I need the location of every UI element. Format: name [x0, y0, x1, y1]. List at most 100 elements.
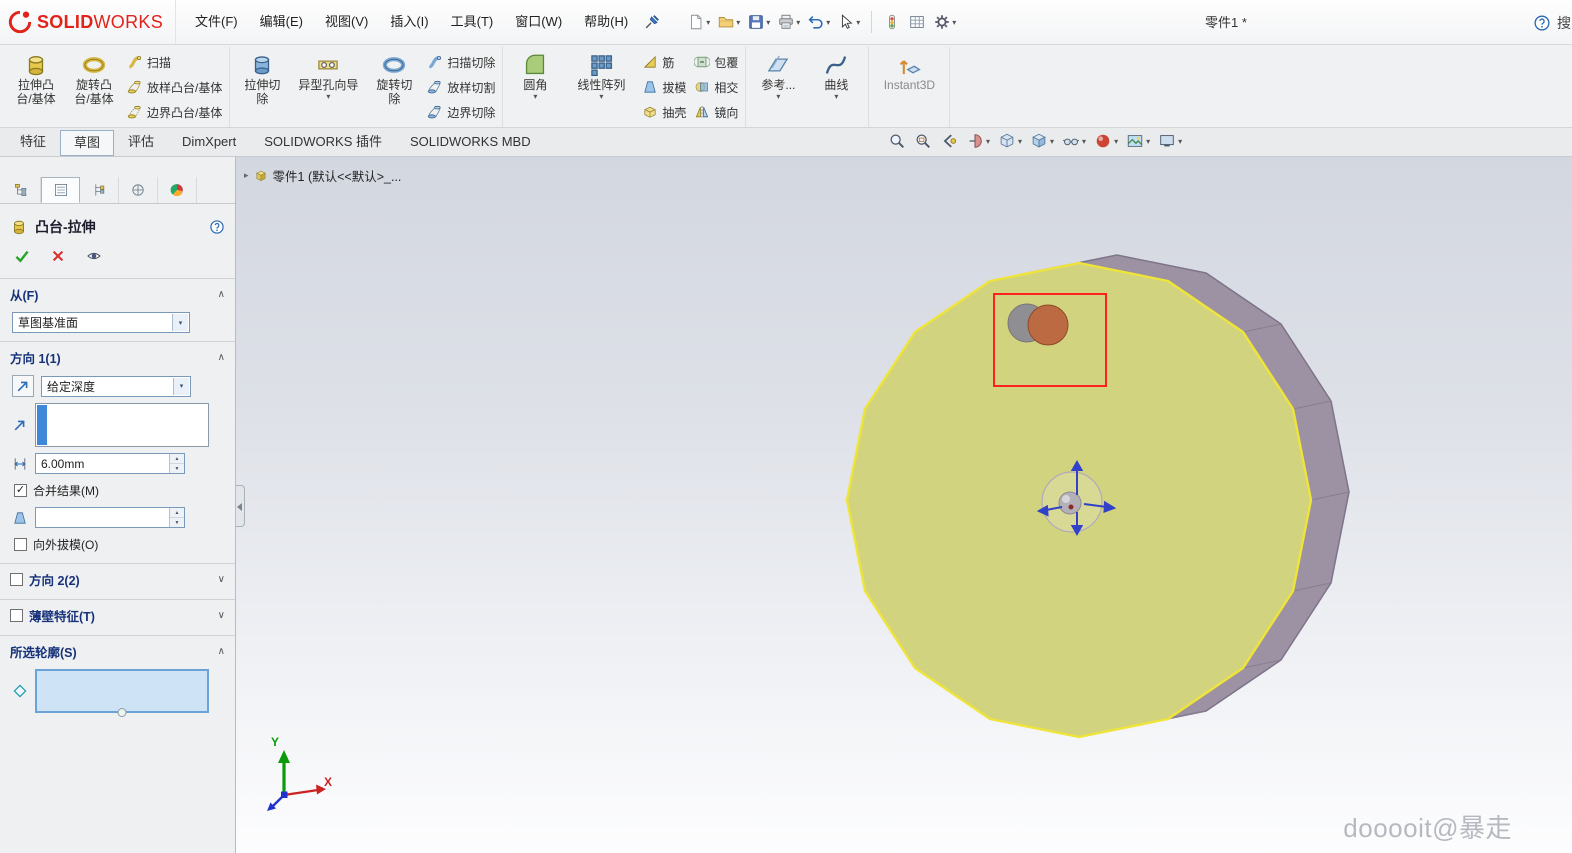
- dropdown-caret-icon[interactable]: ▾: [1146, 137, 1150, 146]
- rib-button[interactable]: 筋: [642, 52, 686, 73]
- expand-chevron-icon[interactable]: ∨: [218, 574, 225, 585]
- new-document-button[interactable]: ▾: [685, 11, 712, 33]
- dropdown-caret-icon[interactable]: ▾: [766, 18, 770, 27]
- section-view-button[interactable]: ▾: [966, 132, 990, 150]
- tab-evaluate[interactable]: 评估: [114, 128, 168, 156]
- help-icon[interactable]: [1533, 14, 1551, 32]
- thin-feature-checkbox[interactable]: [10, 609, 23, 622]
- tab-dimxpert[interactable]: DimXpert: [168, 128, 250, 156]
- revolved-cut-button[interactable]: 旋转切 除: [365, 47, 423, 127]
- extruded-cut-button[interactable]: 拉伸切 除: [233, 47, 291, 127]
- dropdown-caret-icon[interactable]: ▾: [1178, 137, 1182, 146]
- depth-spinner[interactable]: ▲ ▼: [169, 454, 184, 473]
- swept-cut-button[interactable]: 扫描切除: [427, 52, 495, 73]
- section-selected-contours[interactable]: 所选轮廓(S) ∧: [0, 635, 235, 666]
- dropdown-caret-icon[interactable]: ▾: [533, 93, 537, 101]
- panel-collapse-grip[interactable]: [236, 485, 245, 527]
- featuremanager-tab[interactable]: [2, 177, 41, 203]
- curves-button[interactable]: 曲线 ▾: [807, 47, 865, 127]
- end-condition-dropdown[interactable]: 给定深度 ▾: [41, 375, 191, 397]
- wrap-button[interactable]: 包覆: [694, 52, 738, 73]
- grid-button[interactable]: [906, 11, 928, 33]
- pin-menu-icon[interactable]: [643, 13, 661, 31]
- open-button[interactable]: ▾: [715, 11, 742, 33]
- section-from[interactable]: 从(F) ∧: [0, 278, 235, 309]
- dropdown-caret-icon[interactable]: ▾: [826, 18, 830, 27]
- zoom-area-button[interactable]: [914, 132, 932, 150]
- menu-tools[interactable]: 工具(T): [440, 0, 505, 44]
- collapse-chevron-icon[interactable]: ∧: [218, 289, 225, 300]
- view-settings-button[interactable]: ▾: [1158, 132, 1182, 150]
- section-direction2[interactable]: 方向 2(2) ∨: [0, 563, 235, 594]
- extruded-boss-button[interactable]: 拉伸凸 台/基体: [7, 47, 65, 127]
- edit-appearance-button[interactable]: ▾: [1094, 132, 1118, 150]
- direction2-checkbox[interactable]: [10, 573, 23, 586]
- dropdown-caret-icon[interactable]: ▾: [796, 18, 800, 27]
- reference-geometry-button[interactable]: 参考... ▾: [749, 47, 807, 127]
- lofted-cut-button[interactable]: 放样切割: [427, 77, 495, 98]
- intersect-button[interactable]: 相交: [694, 77, 738, 98]
- part-tree-root-label[interactable]: 零件1 (默认<<默认>_...: [273, 166, 402, 185]
- dropdown-caret-icon[interactable]: ▾: [776, 93, 780, 101]
- lofted-boss-button[interactable]: 放样凸台/基体: [127, 77, 222, 98]
- expand-arrow-icon[interactable]: ▸: [244, 170, 249, 181]
- section-thin-feature[interactable]: 薄壁特征(T) ∨: [0, 599, 235, 630]
- hole-feature[interactable]: [1007, 303, 1069, 346]
- reverse-direction-button[interactable]: [12, 375, 34, 397]
- apply-scene-button[interactable]: ▾: [1126, 132, 1150, 150]
- display-style-button[interactable]: ▾: [1030, 132, 1054, 150]
- linear-pattern-button[interactable]: 线性阵列 ▾: [564, 47, 638, 127]
- draft-angle-spinner[interactable]: ▲ ▼: [169, 508, 184, 527]
- dropdown-caret-icon[interactable]: ▾: [1018, 137, 1022, 146]
- boundary-boss-button[interactable]: 边界凸台/基体: [127, 102, 222, 123]
- direction-selection-box[interactable]: [35, 403, 209, 447]
- dropdown-caret-icon[interactable]: ▾: [952, 18, 956, 27]
- dropdown-caret-icon[interactable]: ▾: [834, 93, 838, 101]
- model-3d[interactable]: [236, 157, 1572, 853]
- dropdown-caret-icon[interactable]: ▾: [1114, 137, 1118, 146]
- view-orientation-button[interactable]: ▾: [998, 132, 1022, 150]
- tab-addins[interactable]: SOLIDWORKS 插件: [250, 128, 396, 156]
- menu-help[interactable]: 帮助(H): [573, 0, 639, 44]
- menu-edit[interactable]: 编辑(E): [249, 0, 314, 44]
- dropdown-caret-icon[interactable]: ▾: [706, 18, 710, 27]
- configurationmanager-tab[interactable]: [80, 177, 119, 203]
- propertymanager-tab[interactable]: [41, 177, 80, 203]
- dropdown-caret-icon[interactable]: ▾: [1082, 137, 1086, 146]
- menu-insert[interactable]: 插入(I): [379, 0, 439, 44]
- mirror-button[interactable]: 镜向: [694, 102, 738, 123]
- revolved-boss-button[interactable]: 旋转凸 台/基体: [65, 47, 123, 127]
- save-button[interactable]: ▾: [745, 11, 772, 33]
- menu-file[interactable]: 文件(F): [184, 0, 249, 44]
- search-box-clipped[interactable]: 搜: [1557, 13, 1572, 33]
- depth-input[interactable]: 6.00mm ▲ ▼: [35, 453, 185, 474]
- selected-contours-box[interactable]: [35, 669, 209, 713]
- previous-view-button[interactable]: [940, 132, 958, 150]
- collapse-chevron-icon[interactable]: ∧: [218, 646, 225, 657]
- ok-button[interactable]: [14, 248, 30, 264]
- displaymanager-tab[interactable]: [158, 177, 197, 203]
- instant3d-button[interactable]: Instant3D: [872, 47, 946, 127]
- expand-chevron-icon[interactable]: ∨: [218, 610, 225, 621]
- undo-button[interactable]: ▾: [805, 11, 832, 33]
- graphics-area[interactable]: ▸ 零件1 (默认<<默认>_... Y X dooooit@暴走: [236, 157, 1572, 853]
- options-button[interactable]: ▾: [931, 11, 958, 33]
- swept-boss-button[interactable]: 扫描: [127, 52, 222, 73]
- select-button[interactable]: ▾: [835, 11, 862, 33]
- zoom-fit-button[interactable]: [888, 132, 906, 150]
- dropdown-caret-icon[interactable]: ▾: [986, 137, 990, 146]
- cancel-button[interactable]: [50, 248, 66, 264]
- dropdown-caret-icon[interactable]: ▾: [599, 93, 603, 101]
- collapse-chevron-icon[interactable]: ∧: [218, 352, 225, 363]
- dropdown-caret-icon[interactable]: ▾: [736, 18, 740, 27]
- draft-button[interactable]: 拔模: [642, 77, 686, 98]
- print-button[interactable]: ▾: [775, 11, 802, 33]
- menu-window[interactable]: 窗口(W): [504, 0, 573, 44]
- draft-angle-input[interactable]: ▲ ▼: [35, 507, 185, 528]
- detailed-preview-button[interactable]: [86, 248, 102, 264]
- dropdown-arrow-icon[interactable]: ▾: [172, 314, 188, 331]
- pm-help-icon[interactable]: [209, 219, 225, 235]
- dimxpertmanager-tab[interactable]: [119, 177, 158, 203]
- dropdown-arrow-icon[interactable]: ▾: [173, 377, 189, 395]
- boundary-cut-button[interactable]: 边界切除: [427, 102, 495, 123]
